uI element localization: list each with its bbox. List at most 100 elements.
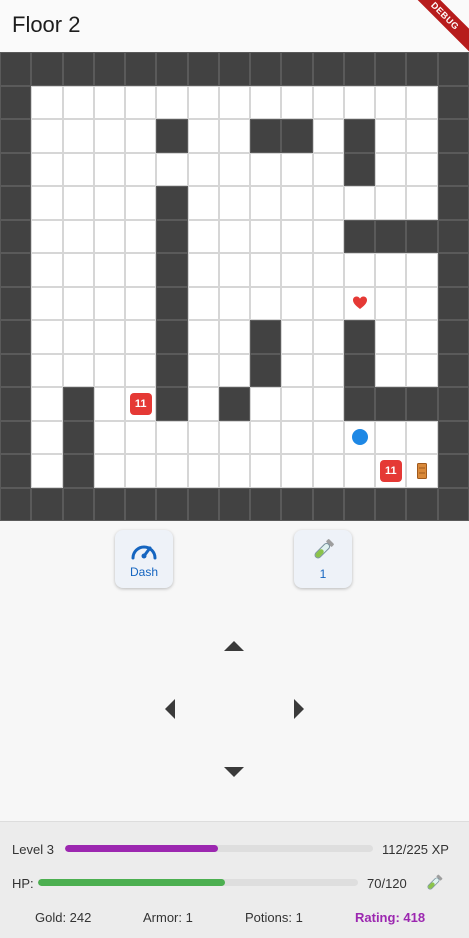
floor-tile bbox=[406, 186, 438, 220]
enemy-marker[interactable]: 11 bbox=[379, 459, 402, 482]
floor-tile bbox=[93, 119, 126, 153]
wall-tile bbox=[156, 286, 188, 320]
floor-tile bbox=[31, 253, 63, 287]
floor-tile bbox=[31, 320, 63, 354]
wall-tile bbox=[0, 219, 32, 253]
floor-tile bbox=[312, 420, 344, 454]
wall-tile bbox=[156, 487, 188, 521]
floor-tile bbox=[93, 186, 126, 220]
map-board[interactable]: 11 11 bbox=[0, 52, 469, 521]
wall-tile bbox=[0, 353, 32, 387]
wall-tile bbox=[156, 320, 188, 354]
floor-tile bbox=[375, 85, 407, 119]
wall-tile bbox=[343, 152, 376, 186]
wall-tile bbox=[343, 387, 376, 421]
floor-tile bbox=[343, 186, 376, 220]
wall-tile bbox=[437, 454, 469, 488]
wall-tile bbox=[0, 320, 32, 354]
floor-tile bbox=[187, 286, 219, 320]
wall-tile bbox=[281, 52, 313, 86]
wall-tile bbox=[93, 487, 126, 521]
floor-tile bbox=[343, 454, 376, 488]
floor-tile bbox=[406, 420, 438, 454]
floor-tile bbox=[156, 454, 188, 488]
stats-panel: Level 3 112/225 XP HP: 70/120 Gold: 242 … bbox=[0, 821, 469, 938]
heart-icon[interactable] bbox=[352, 295, 368, 311]
floor-tile bbox=[250, 286, 282, 320]
floor-tile bbox=[218, 186, 251, 220]
floor-tile bbox=[218, 119, 251, 153]
wall-tile bbox=[250, 320, 282, 354]
wall-tile bbox=[62, 52, 94, 86]
wall-tile bbox=[375, 52, 407, 86]
floor-tile bbox=[375, 253, 407, 287]
wall-tile bbox=[250, 52, 282, 86]
dash-label: Dash bbox=[129, 565, 158, 579]
floor-tile bbox=[406, 353, 438, 387]
floor-tile bbox=[156, 85, 188, 119]
floor-tile bbox=[406, 119, 438, 153]
wall-tile bbox=[0, 286, 32, 320]
floor-tile bbox=[93, 353, 126, 387]
floor-tile bbox=[281, 286, 313, 320]
floor-tile bbox=[312, 119, 344, 153]
wall-tile bbox=[343, 487, 376, 521]
floor-tile bbox=[93, 420, 126, 454]
app-bar: Floor 2 bbox=[0, 0, 469, 52]
floor-tile bbox=[218, 420, 251, 454]
floor-tile bbox=[31, 387, 63, 421]
floor-tile bbox=[62, 286, 94, 320]
floor-tile bbox=[187, 219, 219, 253]
floor-tile bbox=[406, 152, 438, 186]
up-arrow-icon[interactable] bbox=[224, 639, 244, 651]
floor-tile bbox=[93, 320, 126, 354]
floor-tile bbox=[31, 219, 63, 253]
floor-tile bbox=[62, 85, 94, 119]
wall-tile bbox=[156, 387, 188, 421]
down-arrow-icon[interactable] bbox=[224, 767, 244, 779]
floor-tile bbox=[93, 152, 126, 186]
floor-tile bbox=[312, 219, 344, 253]
potion-button[interactable]: 1 bbox=[294, 530, 352, 588]
floor-tile bbox=[125, 320, 157, 354]
door-icon[interactable] bbox=[417, 462, 428, 479]
wall-tile bbox=[250, 119, 282, 153]
dash-button[interactable]: Dash bbox=[115, 530, 173, 588]
wall-tile bbox=[437, 286, 469, 320]
rating-stat: Rating: 418 bbox=[355, 910, 426, 925]
wall-tile bbox=[187, 487, 219, 521]
floor-tile bbox=[187, 85, 219, 119]
floor-tile bbox=[281, 152, 313, 186]
left-arrow-icon[interactable] bbox=[163, 699, 175, 719]
floor-tile bbox=[187, 119, 219, 153]
wall-tile bbox=[156, 119, 188, 153]
floor-tile bbox=[312, 454, 344, 488]
floor-tile bbox=[62, 186, 94, 220]
floor-tile bbox=[93, 286, 126, 320]
wall-tile bbox=[343, 52, 376, 86]
gold-stat: Gold: 242 bbox=[35, 910, 92, 925]
floor-tile bbox=[93, 253, 126, 287]
floor-tile bbox=[281, 219, 313, 253]
wall-tile bbox=[375, 387, 407, 421]
wall-tile bbox=[0, 85, 32, 119]
floor-tile bbox=[312, 85, 344, 119]
wall-tile bbox=[156, 253, 188, 287]
wall-tile bbox=[281, 119, 313, 153]
wall-tile bbox=[218, 487, 251, 521]
right-arrow-icon[interactable] bbox=[294, 699, 306, 719]
floor-tile bbox=[375, 286, 407, 320]
wall-tile bbox=[0, 387, 32, 421]
enemy-marker[interactable]: 11 bbox=[129, 392, 152, 415]
floor-tile bbox=[250, 387, 282, 421]
floor-tile bbox=[218, 85, 251, 119]
floor-tile bbox=[125, 253, 157, 287]
floor-tile bbox=[187, 420, 219, 454]
wall-tile bbox=[218, 52, 251, 86]
quick-potion-icon[interactable] bbox=[424, 873, 444, 893]
floor-tile bbox=[375, 119, 407, 153]
floor-tile bbox=[62, 119, 94, 153]
floor-tile bbox=[31, 152, 63, 186]
wall-tile bbox=[0, 52, 32, 86]
dungeon-map[interactable]: 11 11 bbox=[0, 52, 469, 521]
